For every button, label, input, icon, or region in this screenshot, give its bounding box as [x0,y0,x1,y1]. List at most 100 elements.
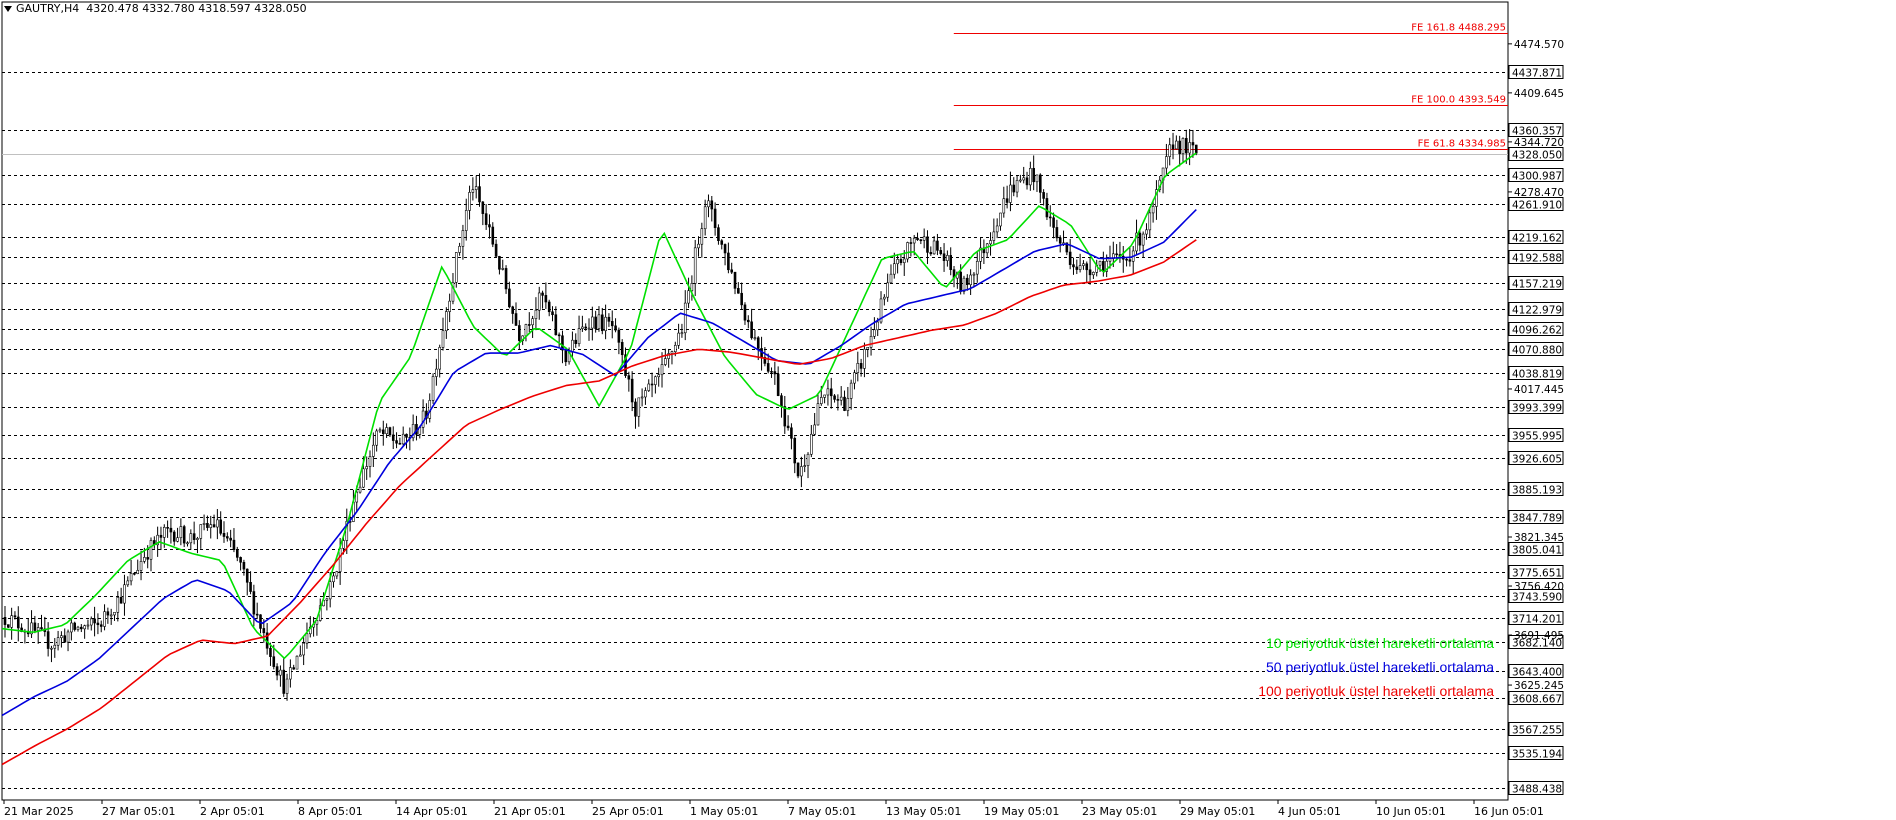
candle-body [972,273,976,276]
candle-body [746,319,750,323]
candle-body [33,622,37,631]
candle-body [212,524,216,528]
candle-body [368,456,372,467]
candle-body [919,239,923,242]
price-level-label: 3775.651 [1512,568,1562,580]
candle-body [574,339,578,344]
candle-body [531,318,534,326]
time-axis-label: 19 May 05:01 [984,805,1059,818]
candle-body [730,269,734,273]
candle-body [640,396,644,399]
candle-body [119,597,123,604]
candle-body [501,268,505,270]
price-axis: 4437.871 4360.357 4328.050 4300.987 4261.910… [1508,39,1564,796]
candle-body [365,466,368,470]
candle-body [53,644,57,649]
candle-body [116,597,120,613]
candle-body [1165,156,1168,169]
candle-body [166,527,169,529]
candle-body [554,314,558,336]
candle-body [1075,266,1079,270]
candle-body [883,296,886,300]
candle-body [106,611,110,616]
candle-body [448,300,451,312]
candle-body [478,186,481,203]
candle-body [750,321,753,339]
candle-body [693,247,697,284]
candle-body [1171,144,1175,150]
candle-body [1092,271,1095,276]
candle-body [226,536,229,539]
price-level-label: 4328.050 [1512,150,1562,162]
candle-body [272,656,276,667]
candle-body [206,523,209,528]
candle-body [803,465,807,467]
candle-body [876,321,880,331]
candle-body [866,347,870,350]
candle-body [239,557,242,563]
price-chart[interactable]: FE 161.8 4488.295 FE 100.0 4393.549 FE 61.… [0,0,1896,820]
candle-body [159,534,163,538]
candle-body [46,631,50,649]
candle-body [889,273,893,284]
fibonacci-label: FE 61.8 4334.985 [1418,139,1506,150]
price-level-label: 4192.588 [1512,253,1562,265]
time-axis-label: 8 Apr 05:01 [298,805,363,818]
candle-body [192,533,196,540]
candle-body [922,236,926,241]
candle-body [63,635,67,643]
candle-body [232,539,236,550]
price-level-label: 4070.880 [1512,345,1562,357]
candle-body [687,290,690,304]
candle-body [856,363,860,373]
price-level-label: 4219.162 [1512,233,1562,245]
candle-body [826,388,830,396]
candle-body [109,614,113,617]
candle-body [378,429,382,432]
candle-body [664,358,667,365]
price-level-label: 3608.667 [1512,694,1562,706]
candle-body [547,301,551,313]
candle-body [1038,174,1042,193]
candle-body [932,240,936,255]
candle-body [717,227,720,241]
candle-body [607,316,611,322]
candle-body [471,189,475,193]
candle-body [793,438,797,464]
price-level-label: 4122.979 [1512,305,1562,317]
candle-body [491,226,495,245]
candle-body [1178,140,1181,154]
candle-body [176,537,179,542]
candle-body [1052,217,1055,228]
candle-body [896,259,899,265]
candle-body [587,327,591,330]
candle-body [405,433,408,438]
time-axis-label: 2 Apr 05:01 [200,805,265,818]
candle-body [936,240,939,251]
candle-body [126,580,130,586]
candle-body [660,364,664,376]
candle-body [514,313,518,326]
time-axis-label: 1 May 05:01 [690,805,758,818]
candle-body [511,306,514,314]
candle-body [773,371,777,375]
candle-body [670,351,674,354]
candle-body [431,376,435,401]
candle-body [534,309,538,319]
candle-body [594,316,597,330]
candle-body [133,573,136,575]
candle-body [916,237,919,241]
candle-body [604,316,607,332]
candle-body [468,192,471,211]
candle-body [859,363,863,369]
candle-body [16,616,20,629]
time-axis-label: 4 Jun 05:01 [1278,805,1341,818]
candle-body [770,371,773,373]
candle-body [610,321,614,327]
grid-lines [1,1,1509,801]
candle-body [1005,198,1009,203]
candle-body [720,240,724,245]
candle-body [179,526,183,539]
price-axis-label: 3625.245 [1514,680,1564,692]
candle-body [836,399,840,401]
